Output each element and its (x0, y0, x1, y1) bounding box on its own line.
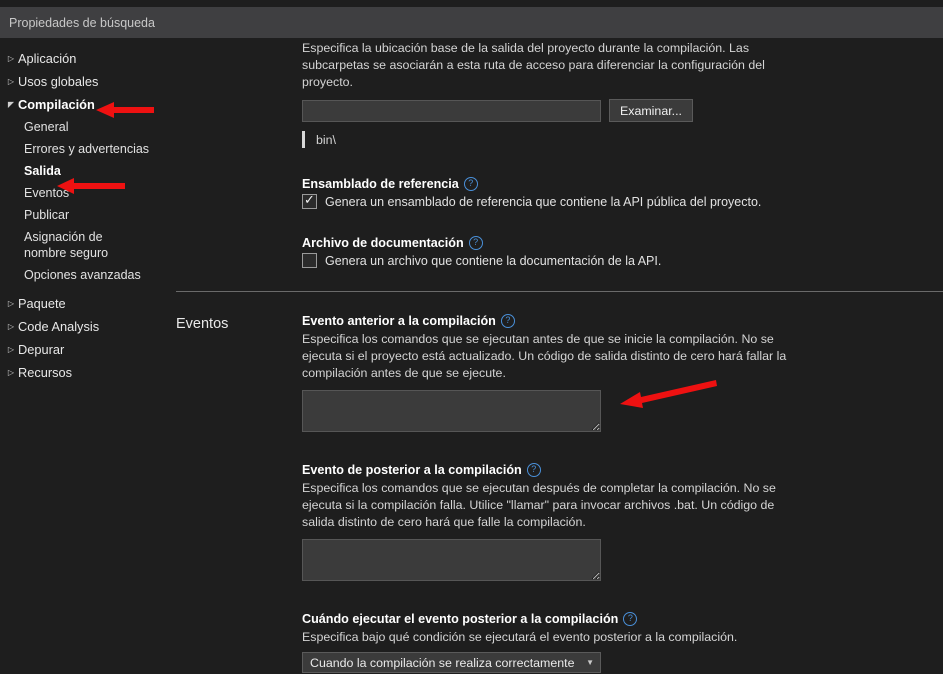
sidebar-item-label: Recursos (18, 365, 73, 380)
sidebar-item-opciones-avanzadas[interactable]: Opciones avanzadas (0, 264, 176, 286)
post-build-label: Evento de posterior a la compilación ? (302, 463, 935, 477)
base-output-row: Examinar... (302, 99, 935, 122)
search-input[interactable] (0, 14, 431, 31)
documentation-file-checkbox[interactable] (302, 253, 317, 268)
sidebar-item-eventos[interactable]: Eventos (0, 182, 176, 204)
run-post-build-selected-value: Cuando la compilación se realiza correct… (310, 655, 575, 670)
base-output-description: Especifica la ubicación base de la salid… (302, 41, 765, 89)
post-build-command-textarea[interactable] (302, 539, 601, 581)
section-eventos: Eventos Evento anterior a la compilación… (176, 314, 943, 673)
sidebar-item-salida[interactable]: Salida (0, 160, 176, 182)
help-icon[interactable]: ? (526, 463, 541, 477)
sidebar-item-asignacion-de-nombre-seguro[interactable]: Asignación de nombre seguro (0, 226, 150, 264)
run-post-build-title: Cuándo ejecutar el evento posterior a la… (302, 612, 619, 626)
post-build-title: Evento de posterior a la compilación (302, 463, 522, 477)
base-output-path-input[interactable] (302, 99, 601, 122)
help-icon[interactable]: ? (500, 314, 515, 328)
sidebar-item-errores-y-advertencias[interactable]: Errores y advertencias (0, 138, 176, 160)
sidebar-item-aplicacion[interactable]: ▷ Aplicación (0, 47, 176, 70)
sidebar-item-usos-globales[interactable]: ▷ Usos globales (0, 70, 176, 93)
section-body-salida: Especifica la ubicación base de la salid… (302, 40, 943, 291)
sidebar-item-label: Depurar (18, 342, 65, 357)
pre-build-description: Especifica los comandos que se ejecutan … (302, 332, 787, 380)
reference-assembly-checkbox[interactable] (302, 192, 317, 209)
documentation-file-checkbox-label: Genera un archivo que contiene la docume… (325, 253, 662, 268)
sidebar-item-label: Compilación (18, 97, 95, 112)
sidebar-item-label: Paquete (18, 296, 66, 311)
documentation-file-title: Archivo de documentación (302, 236, 464, 250)
sidebar-item-label: Code Analysis (18, 319, 100, 334)
sidebar-item-publicar[interactable]: Publicar (0, 204, 176, 226)
run-post-build-dropdown[interactable]: Cuando la compilación se realiza correct… (302, 652, 601, 673)
hint-text: bin\ (316, 132, 336, 147)
sidebar-item-label: Usos globales (18, 74, 99, 89)
documentation-file-label: Archivo de documentación ? (302, 236, 935, 250)
run-post-build-description: Especifica bajo qué condición se ejecuta… (302, 630, 738, 644)
sidebar-item-code-analysis[interactable]: ▷ Code Analysis (0, 315, 176, 338)
pre-build-title: Evento anterior a la compilación (302, 314, 496, 328)
hint-accent-bar (302, 131, 305, 148)
section-body-eventos: Evento anterior a la compilación ? Espec… (302, 314, 943, 673)
properties-content-panel: Especifica la ubicación base de la salid… (176, 38, 943, 674)
post-build-description: Especifica los comandos que se ejecutan … (302, 481, 776, 529)
sidebar-item-general[interactable]: General (0, 116, 176, 138)
section-title-salida (176, 40, 302, 42)
reference-assembly-checkbox-row[interactable]: Genera un ensamblado de referencia que c… (302, 192, 935, 209)
documentation-file-checkbox-row[interactable]: Genera un archivo que contiene la docume… (302, 253, 935, 268)
sidebar-item-depurar[interactable]: ▷ Depurar (0, 338, 176, 361)
section-title-eventos: Eventos (176, 316, 229, 332)
pre-build-command-textarea[interactable] (302, 390, 601, 432)
browse-button[interactable]: Examinar... (609, 99, 693, 122)
reference-assembly-label: Ensamblado de referencia ? (302, 177, 935, 191)
chevron-down-icon: ▼ (586, 658, 594, 667)
chevron-down-icon: ◤ (7, 100, 15, 109)
run-post-build-label: Cuándo ejecutar el evento posterior a la… (302, 612, 935, 626)
help-icon[interactable]: ? (468, 236, 483, 250)
reference-assembly-title: Ensamblado de referencia (302, 177, 459, 191)
sidebar-item-paquete[interactable]: ▷ Paquete (0, 292, 176, 315)
sidebar-item-label: Aplicación (18, 51, 77, 66)
chevron-right-icon: ▷ (7, 322, 15, 331)
chevron-right-icon: ▷ (7, 77, 15, 86)
chevron-right-icon: ▷ (7, 345, 15, 354)
pre-build-label: Evento anterior a la compilación ? (302, 314, 935, 328)
search-properties-bar[interactable] (0, 7, 943, 38)
help-icon[interactable]: ? (623, 612, 638, 626)
properties-navigation-sidebar: ▷ Aplicación ▷ Usos globales ◤ Compilaci… (0, 38, 176, 674)
base-output-hint: bin\ (302, 131, 935, 148)
help-icon[interactable]: ? (463, 177, 478, 191)
chevron-right-icon: ▷ (7, 54, 15, 63)
sidebar-item-recursos[interactable]: ▷ Recursos (0, 361, 176, 384)
sidebar-item-compilacion[interactable]: ◤ Compilación (0, 93, 176, 116)
reference-assembly-checkbox-label: Genera un ensamblado de referencia que c… (325, 194, 762, 209)
section-divider (176, 291, 943, 292)
chevron-right-icon: ▷ (7, 368, 15, 377)
section-salida: Especifica la ubicación base de la salid… (176, 40, 943, 291)
chevron-right-icon: ▷ (7, 299, 15, 308)
